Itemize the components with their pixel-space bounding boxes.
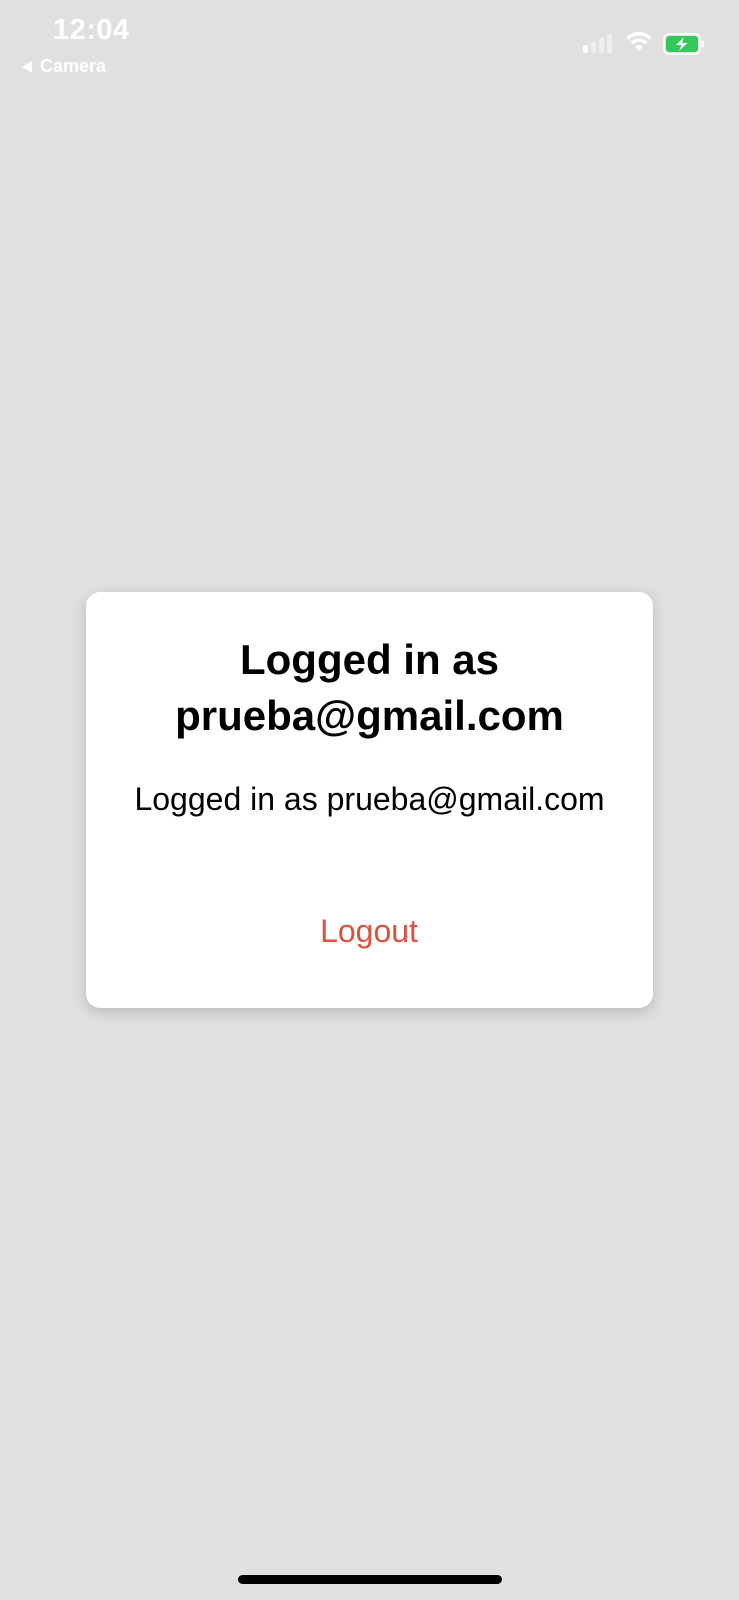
logout-button[interactable]: Logout bbox=[269, 906, 469, 956]
back-to-app-button[interactable]: Camera bbox=[22, 56, 106, 77]
home-indicator[interactable] bbox=[238, 1575, 502, 1584]
cellular-signal-icon bbox=[583, 33, 612, 53]
logged-in-dialog: Logged in as prueba@gmail.com Logged in … bbox=[86, 592, 653, 1008]
back-app-label: Camera bbox=[40, 56, 107, 76]
wifi-icon bbox=[626, 31, 652, 51]
back-triangle-icon bbox=[22, 60, 32, 73]
dialog-message: Logged in as prueba@gmail.com bbox=[134, 781, 605, 817]
status-time: 12:04 bbox=[53, 14, 130, 46]
status-bar: 12:04 Camera bbox=[0, 0, 739, 90]
battery-charging-icon bbox=[663, 33, 704, 55]
dialog-title: Logged in as prueba@gmail.com bbox=[175, 636, 564, 739]
